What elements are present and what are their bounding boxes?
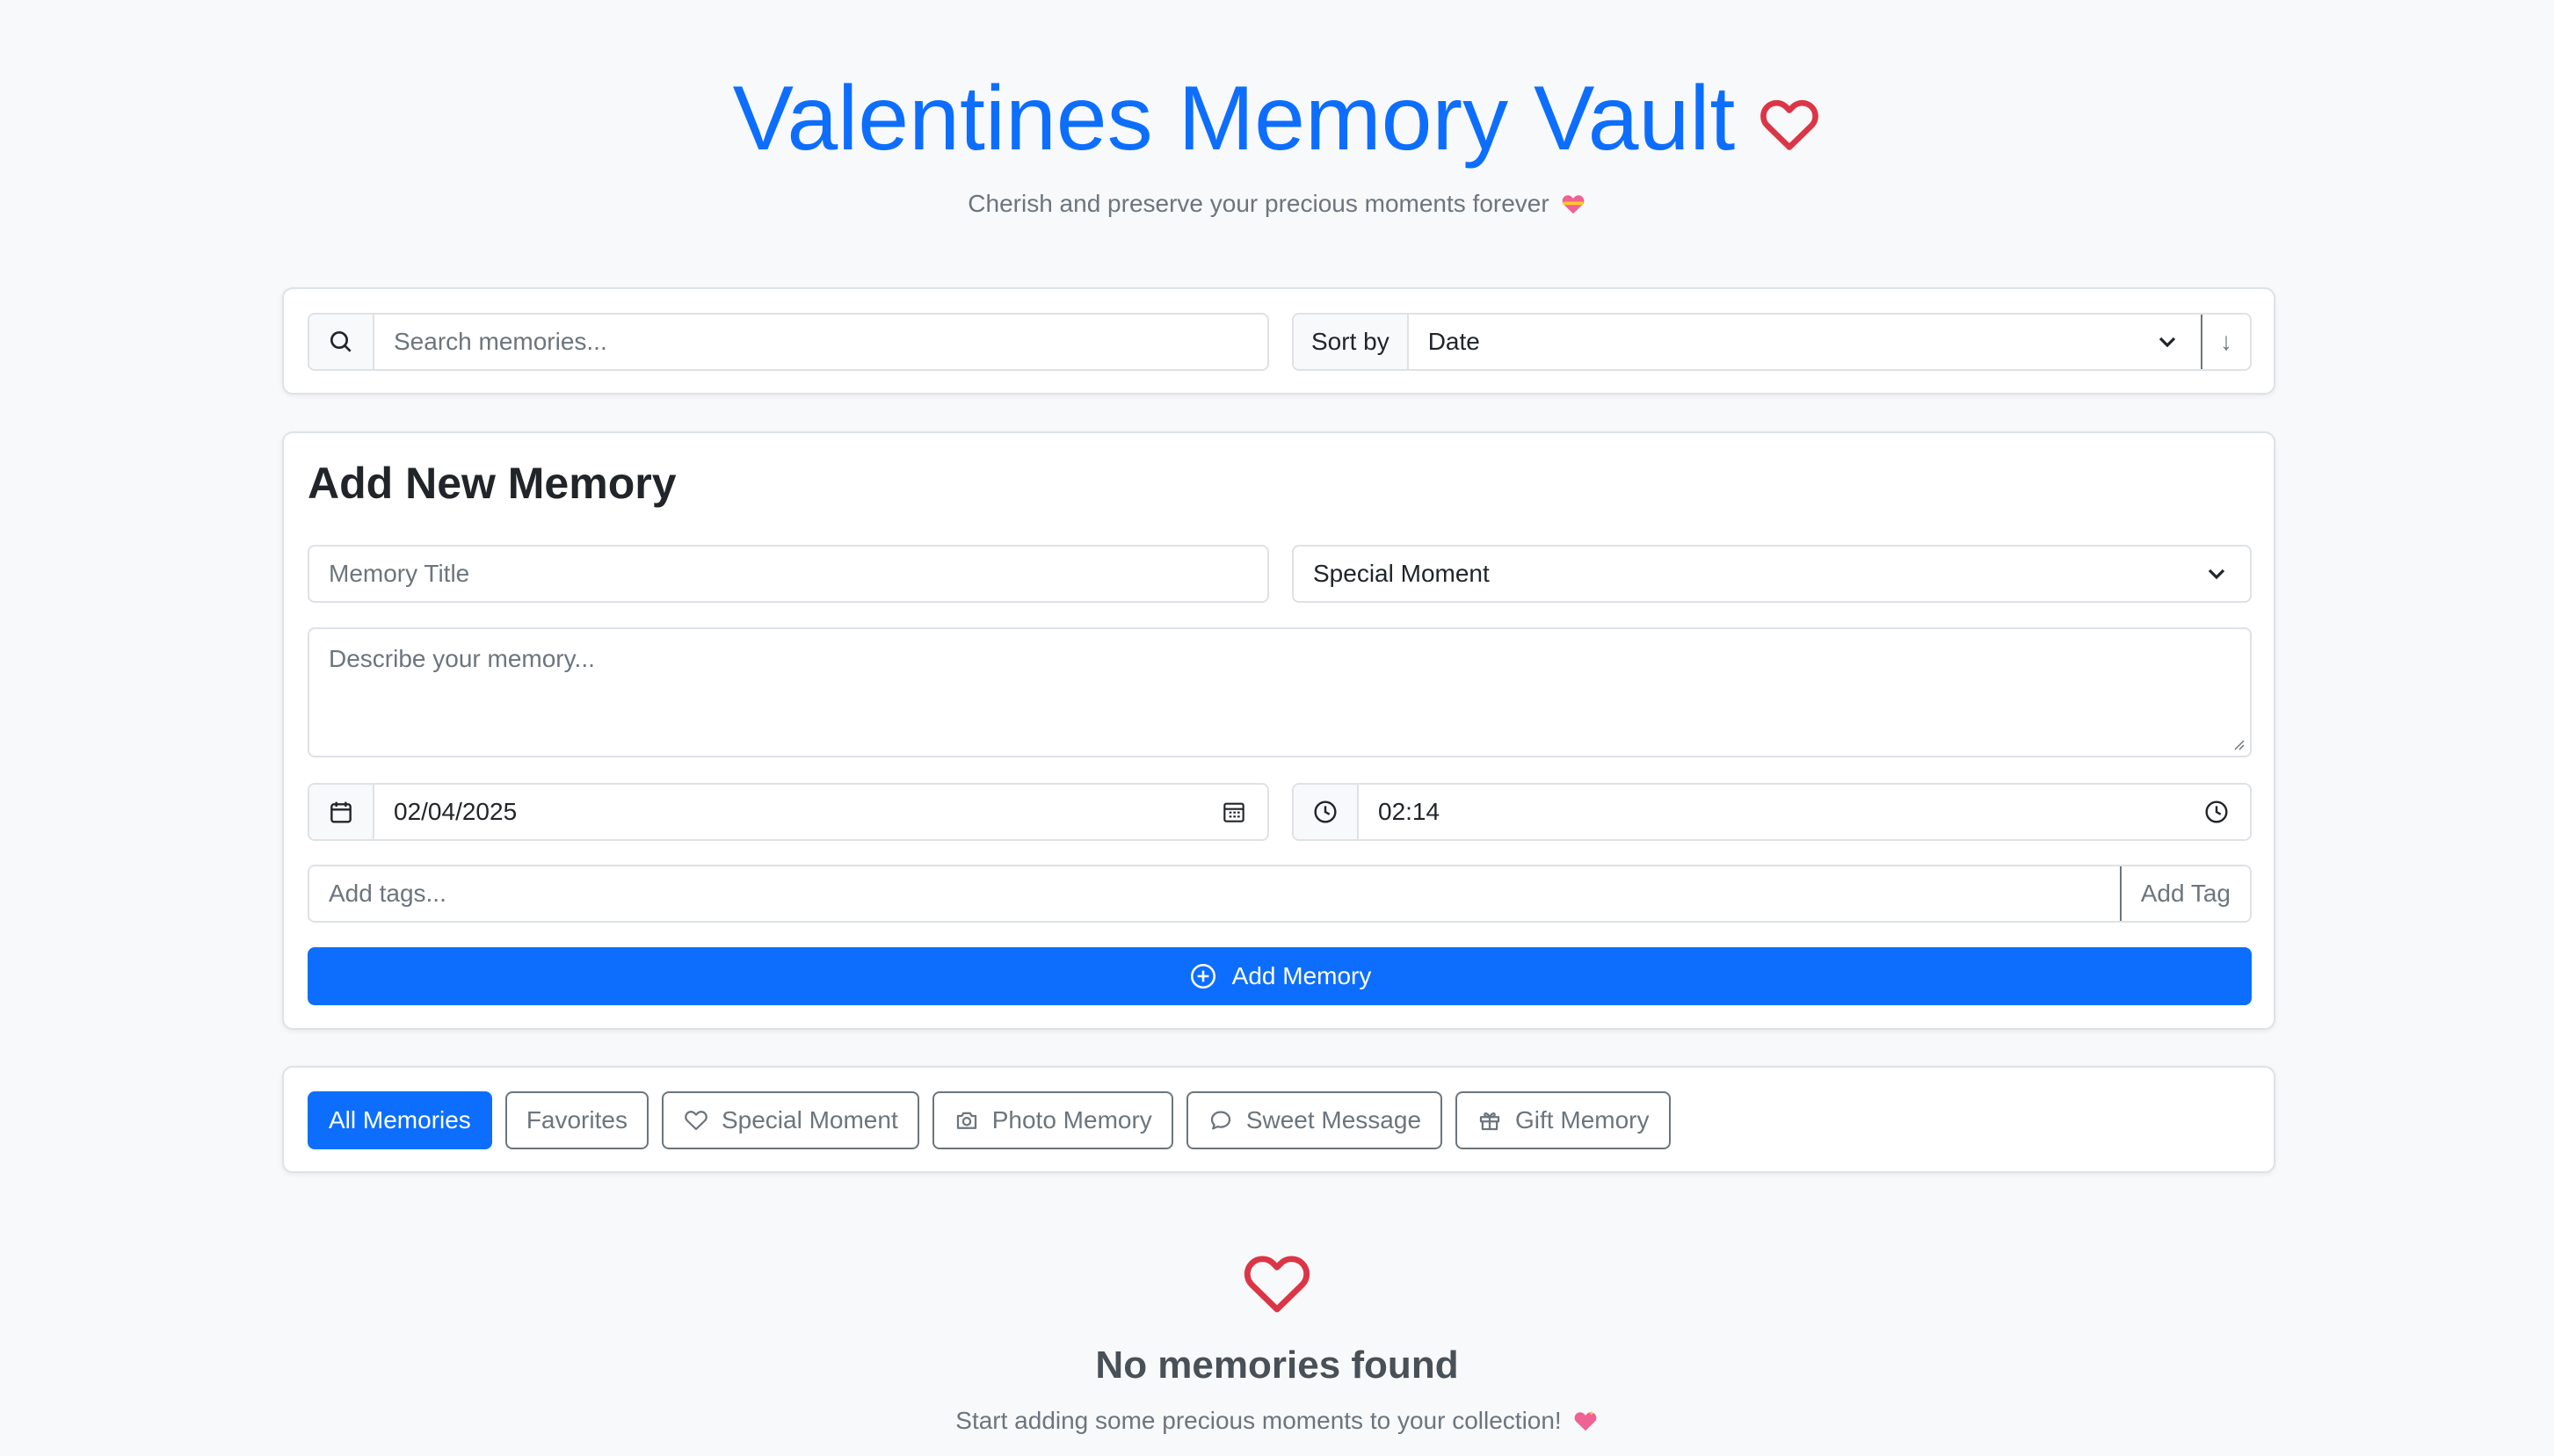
filter-bar: All Memories Favorites Special Moment Ph… — [308, 1091, 1671, 1149]
gift-icon — [1479, 1112, 1500, 1131]
add-tag-label: Add Tag — [2140, 880, 2231, 907]
camera-icon — [956, 1112, 976, 1129]
chevron-down-icon — [2208, 569, 2225, 580]
tags-placeholder: Add tags... — [329, 880, 446, 907]
empty-state: No memories found Start adding some prec… — [0, 1248, 2554, 1435]
sort-label: Sort by — [1311, 328, 1389, 355]
date-value: 02/04/2025 — [394, 798, 518, 825]
empty-state-subtitle: Start adding some precious moments to yo… — [955, 1407, 1598, 1435]
clock-addon — [1294, 785, 1359, 839]
heart-icon — [1244, 1256, 1310, 1313]
time-picker-icon[interactable] — [2202, 798, 2231, 826]
time-value: 02:14 — [1378, 798, 1440, 825]
tags-input[interactable]: Add tags... — [309, 866, 2120, 921]
tags-group: Add tags... Add Tag — [308, 865, 2252, 923]
category-select[interactable]: Special Moment — [1292, 545, 2252, 603]
add-tag-button[interactable]: Add Tag — [2119, 866, 2250, 921]
time-group: 02:14 — [1292, 783, 2252, 841]
category-value: Special Moment — [1313, 560, 1490, 587]
memory-title-placeholder: Memory Title — [329, 560, 470, 587]
sort-label-addon: Sort by — [1294, 315, 1409, 369]
add-memory-card: Add New Memory Memory Title Special Mome… — [282, 431, 2275, 1030]
search-icon-addon — [309, 315, 374, 369]
page-title: Valentines Memory Vault — [733, 62, 1822, 176]
sort-value: Date — [1427, 328, 1480, 355]
search-group: Search memories... — [308, 313, 1269, 371]
search-input[interactable]: Search memories... — [374, 315, 1267, 369]
description-placeholder: Describe your memory... — [329, 645, 595, 672]
date-picker-icon[interactable] — [1220, 798, 1248, 826]
time-input[interactable]: 02:14 — [1359, 785, 2250, 839]
sort-direction-arrow: ↓ — [2220, 328, 2232, 355]
add-memory-label: Add Memory — [1231, 962, 1372, 989]
description-textarea[interactable]: Describe your memory... — [308, 627, 2252, 757]
filter-favorites[interactable]: Favorites — [504, 1091, 649, 1149]
heart-icon — [685, 1111, 707, 1131]
sort-select[interactable]: Date — [1409, 315, 2201, 369]
chat-bubble-icon — [1210, 1111, 1230, 1130]
date-group: 02/04/2025 — [308, 783, 1269, 841]
filter-special-moment[interactable]: Special Moment — [661, 1091, 919, 1149]
category-select-field[interactable]: Special Moment — [1294, 547, 2250, 601]
filter-all-label: All Memories — [329, 1106, 471, 1134]
resize-handle-icon[interactable] — [2232, 738, 2245, 750]
filter-photo-label: Photo Memory — [991, 1106, 1152, 1134]
filter-message-label: Sweet Message — [1245, 1106, 1422, 1134]
filter-favorites-label: Favorites — [526, 1106, 628, 1134]
memory-title-input[interactable]: Memory Title — [309, 547, 1267, 601]
page-title-text: Valentines Memory Vault — [732, 68, 1736, 170]
filter-photo-memory[interactable]: Photo Memory — [932, 1091, 1173, 1149]
filter-card: All Memories Favorites Special Moment Ph… — [282, 1066, 2275, 1173]
filter-all-memories[interactable]: All Memories — [308, 1091, 492, 1149]
calendar-icon — [330, 801, 352, 823]
filter-gift-label: Gift Memory — [1515, 1106, 1650, 1134]
clock-icon — [1314, 800, 1337, 823]
add-memory-button[interactable]: Add Memory — [308, 947, 2252, 1005]
sort-group: Sort by Date ↓ — [1292, 313, 2252, 371]
filter-gift-memory[interactable]: Gift Memory — [1455, 1091, 1671, 1149]
filter-special-label: Special Moment — [721, 1106, 898, 1134]
heart-icon — [1760, 99, 1819, 150]
page-subtitle: Cherish and preserve your precious momen… — [968, 190, 1585, 218]
chevron-down-icon — [2159, 337, 2176, 348]
heart-ribbon-emoji-icon — [1562, 195, 1585, 214]
filter-sweet-message[interactable]: Sweet Message — [1186, 1091, 1443, 1149]
form-heading: Add New Memory — [308, 459, 677, 508]
page-subtitle-text: Cherish and preserve your precious momen… — [968, 190, 1549, 217]
search-icon — [330, 331, 352, 352]
search-placeholder: Search memories... — [394, 328, 607, 355]
plus-circle-icon — [1190, 963, 1215, 989]
sort-direction-button[interactable]: ↓ — [2201, 315, 2250, 369]
calendar-addon — [309, 785, 374, 839]
page-header: Valentines Memory Vault Cherish and pres… — [0, 62, 2554, 218]
memory-title-field[interactable]: Memory Title — [308, 545, 1269, 603]
sparkling-heart-emoji-icon — [1574, 1410, 1597, 1431]
empty-state-title: No memories found — [1095, 1344, 1459, 1387]
date-input[interactable]: 02/04/2025 — [374, 785, 1267, 839]
search-sort-card: Search memories... Sort by Date ↓ — [282, 287, 2275, 395]
empty-state-subtitle-text: Start adding some precious moments to yo… — [955, 1407, 1562, 1434]
